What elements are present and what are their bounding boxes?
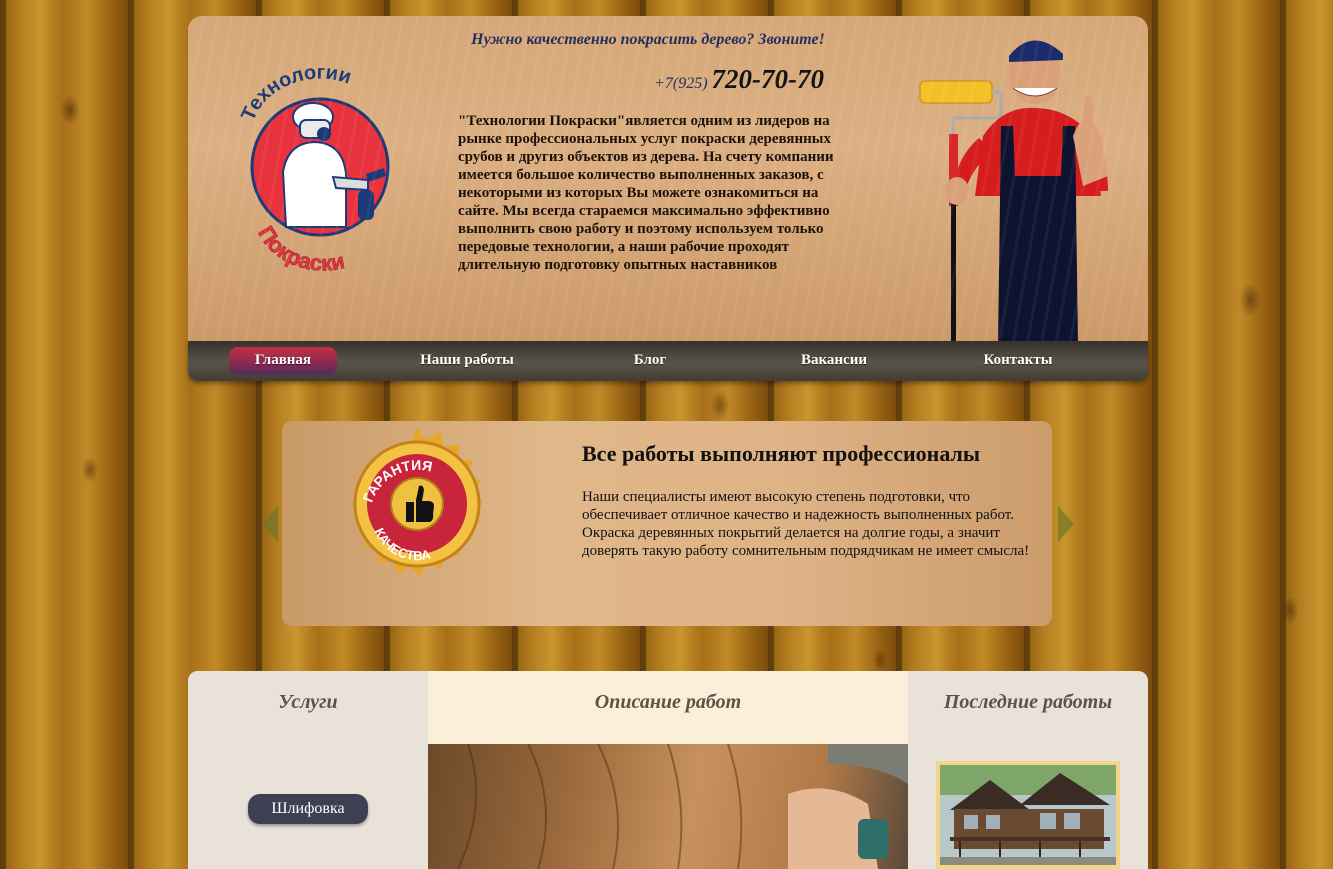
nav-item-contacts[interactable]: Контакты <box>972 347 1064 375</box>
phone-main: 720-70-70 <box>711 64 824 94</box>
phone-code: +7(925) <box>654 75 708 92</box>
work-description-title: Описание работ <box>594 691 742 713</box>
worker-with-roller-image <box>919 40 1108 341</box>
sanding-work-photo <box>428 744 908 869</box>
site-header: Технологии Покраски Нужно качественно по… <box>188 16 1148 341</box>
header-tagline: Нужно качественно покрасить дерево? Звон… <box>471 31 825 48</box>
work-description-column: Описание работ <box>428 671 908 869</box>
promo-slider: ГАРАНТИЯ КАЧЕСТВА Все работы выполняют п… <box>282 421 1052 626</box>
company-intro: "Технологии Покраски"является одним из л… <box>458 113 834 273</box>
slider-prev-arrow-icon[interactable] <box>262 506 278 542</box>
slider-next-arrow-icon[interactable] <box>1058 506 1074 542</box>
service-button-sanding[interactable]: Шлифовка <box>248 794 368 824</box>
quality-guarantee-badge: ГАРАНТИЯ КАЧЕСТВА <box>353 428 483 577</box>
latest-works-column: Последние работы <box>908 671 1148 869</box>
nav-item-vacancies[interactable]: Вакансии <box>788 347 880 375</box>
services-column: Услуги Шлифовка <box>188 671 428 869</box>
nav-item-blog[interactable]: Блог <box>618 347 682 375</box>
slide-title: Все работы выполняют профессионалы <box>582 441 981 466</box>
painter-logo: Технологии Покраски <box>238 62 390 276</box>
services-title: Услуги <box>278 691 338 713</box>
phone-number[interactable]: +7(925) 720-70-70 <box>588 64 824 95</box>
content-columns: Услуги Шлифовка Описание работ Последние… <box>188 671 1148 869</box>
slide-text: Наши специалисты имеют высокую степень п… <box>582 489 1030 559</box>
main-nav: Главная Наши работы Блог Вакансии Контак… <box>188 341 1148 381</box>
latest-work-thumbnail[interactable] <box>936 761 1120 869</box>
nav-item-our-works[interactable]: Наши работы <box>408 347 526 375</box>
nav-item-home[interactable]: Главная <box>229 347 337 375</box>
latest-works-title: Последние работы <box>943 691 1113 713</box>
